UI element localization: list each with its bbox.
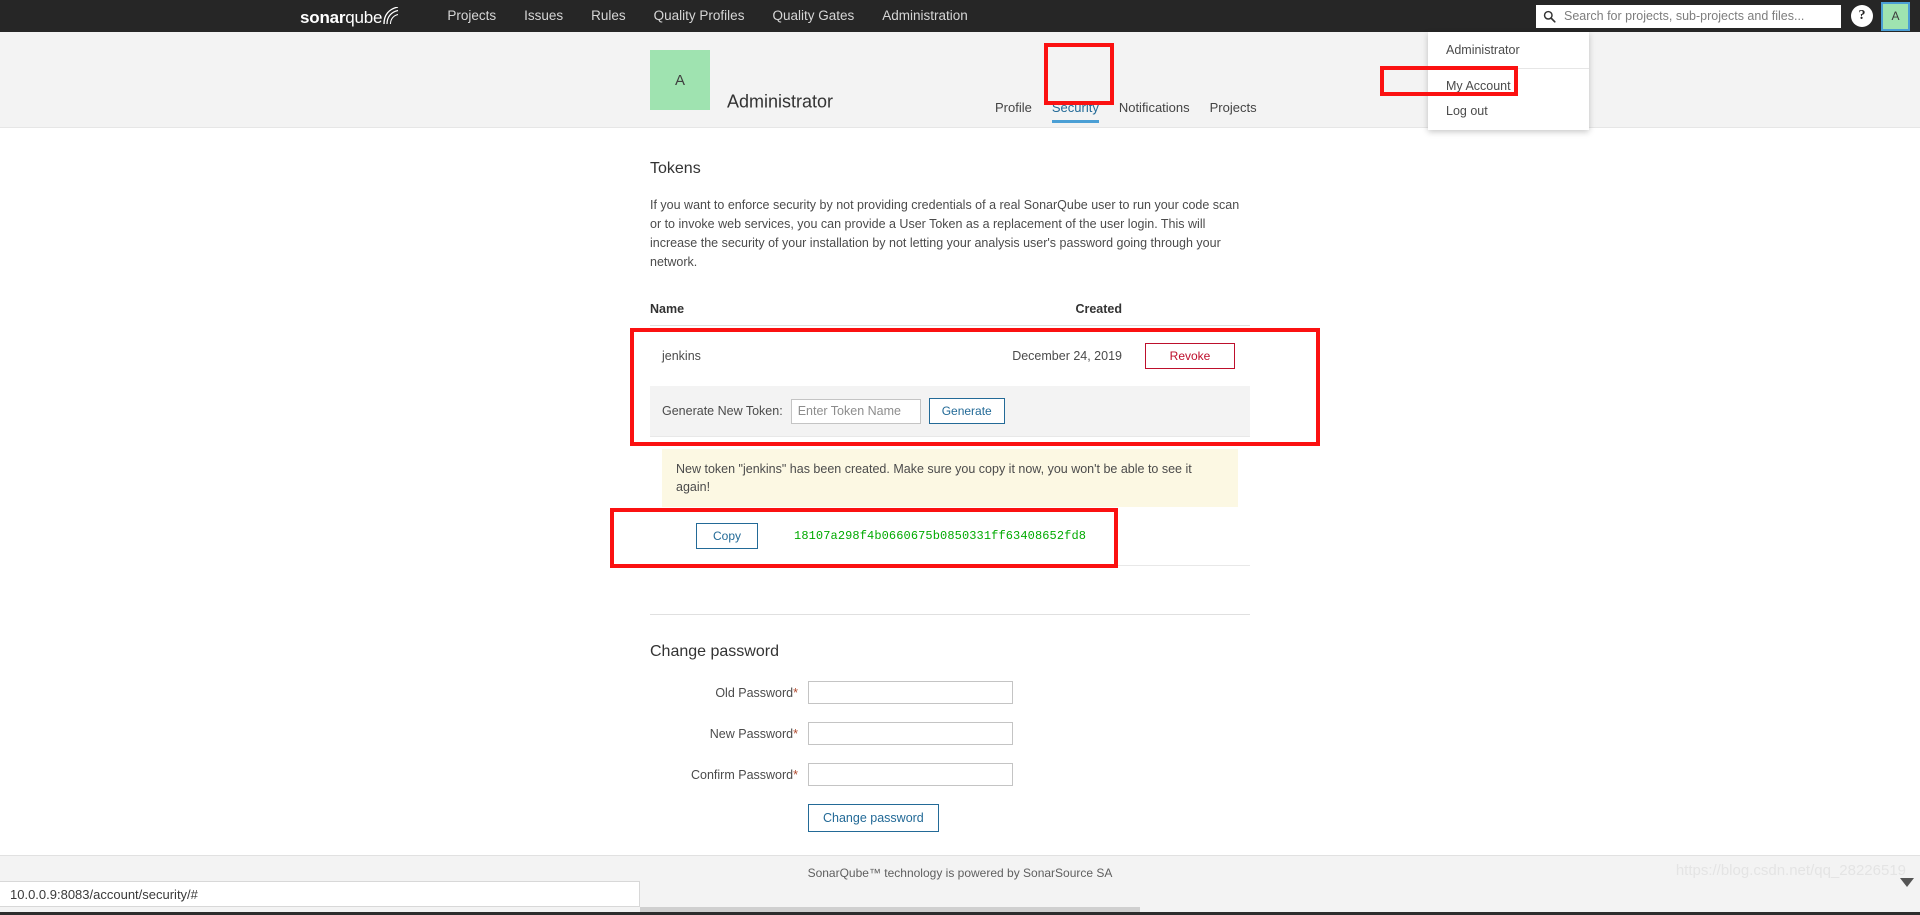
old-password-label: Old Password* xyxy=(650,686,808,700)
search-input[interactable] xyxy=(1562,8,1834,24)
logo-text-light: qube xyxy=(345,7,383,27)
generated-token-value: 18107a298f4b0660675b0850331ff63408652fd8 xyxy=(794,529,1087,543)
nav-link-quality-profiles[interactable]: Quality Profiles xyxy=(640,0,759,32)
navbar-right-cluster: ? A xyxy=(1536,0,1920,32)
account-name: Administrator xyxy=(727,91,834,112)
change-password-submit-row: Change password xyxy=(650,804,1250,832)
table-row: jenkins December 24, 2019 Revoke xyxy=(650,326,1250,387)
tokens-table: Name Created jenkins December 24, 2019 R… xyxy=(650,302,1250,436)
browser-status-bar: 10.0.0.9:8083/account/security/# xyxy=(0,881,640,907)
revoke-button[interactable]: Revoke xyxy=(1144,343,1236,369)
nav-link-quality-gates[interactable]: Quality Gates xyxy=(758,0,868,32)
token-name-cell: jenkins xyxy=(662,349,701,363)
dropdown-divider xyxy=(1428,68,1589,69)
nav-link-issues[interactable]: Issues xyxy=(510,0,577,32)
column-header-actions xyxy=(1130,302,1250,326)
new-token-panel: New token "jenkins" has been created. Ma… xyxy=(650,436,1250,566)
confirm-password-row: Confirm Password* xyxy=(650,763,1250,786)
tab-security[interactable]: Security xyxy=(1042,100,1109,123)
new-password-row: New Password* xyxy=(650,722,1250,745)
old-password-label-text: Old Password xyxy=(715,685,794,700)
copy-button[interactable]: Copy xyxy=(696,523,759,549)
generate-button[interactable]: Generate xyxy=(928,398,1005,424)
change-password-title: Change password xyxy=(650,643,779,660)
new-password-label: New Password* xyxy=(650,727,808,741)
nav-link-projects[interactable]: Projects xyxy=(433,0,510,32)
user-dropdown-menu: Administrator My Account Log out xyxy=(1428,32,1589,130)
sonarqube-swoosh-icon xyxy=(383,5,399,25)
security-page-content: Tokens If you want to enforce security b… xyxy=(650,160,1250,832)
token-created-cell: December 24, 2019 xyxy=(1012,349,1122,363)
section-divider xyxy=(650,614,1250,615)
global-search[interactable] xyxy=(1536,4,1841,28)
token-copy-row: Copy 18107a298f4b0660675b0850331ff634086… xyxy=(650,507,1250,565)
generate-token-cell: Generate New Token: Generate xyxy=(650,386,1250,436)
help-icon[interactable]: ? xyxy=(1851,5,1873,27)
tokens-table-header-row: Name Created xyxy=(650,302,1250,326)
generate-token-row: Generate New Token: Generate xyxy=(650,386,1250,436)
required-marker: * xyxy=(793,726,798,741)
tokens-description: If you want to enforce security by not p… xyxy=(650,198,1240,269)
dropdown-item-log-out[interactable]: Log out xyxy=(1428,99,1589,124)
new-password-input[interactable] xyxy=(808,722,1013,745)
column-header-created: Created xyxy=(794,302,1130,326)
dropdown-header-administrator: Administrator xyxy=(1446,43,1520,57)
confirm-password-label: Confirm Password* xyxy=(650,768,808,782)
tab-projects[interactable]: Projects xyxy=(1200,100,1267,123)
scroll-down-caret-icon xyxy=(1900,878,1914,887)
nav-link-rules[interactable]: Rules xyxy=(577,0,640,32)
old-password-input[interactable] xyxy=(808,681,1013,704)
panel-bottom-border xyxy=(650,565,1250,566)
tab-notifications[interactable]: Notifications xyxy=(1109,100,1200,123)
change-password-form: Old Password* New Password* Confirm Pass… xyxy=(650,681,1250,832)
required-marker: * xyxy=(793,767,798,782)
footer-credit: SonarQube™ technology is powered by Sona… xyxy=(807,866,1113,880)
new-token-alert: New token "jenkins" has been created. Ma… xyxy=(662,449,1238,507)
nav-link-administration[interactable]: Administration xyxy=(868,0,982,32)
watermark-text: https://blog.csdn.net/qq_28226519 xyxy=(1675,862,1906,879)
required-marker: * xyxy=(793,685,798,700)
token-name-input[interactable] xyxy=(790,398,921,424)
sonarqube-logo[interactable]: sonar qube xyxy=(300,5,399,28)
change-password-button[interactable]: Change password xyxy=(808,804,939,832)
app-root: sonar qube Projects Issues Rules Quality … xyxy=(0,0,1920,915)
generate-token-label: Generate New Token: xyxy=(662,404,783,418)
new-password-label-text: New Password xyxy=(709,726,794,741)
account-header: A Administrator Profile Security Notific… xyxy=(0,32,1920,128)
old-password-row: Old Password* xyxy=(650,681,1250,704)
status-bar-url: 10.0.0.9:8083/account/security/# xyxy=(10,886,198,902)
token-action-cell: Revoke xyxy=(1130,326,1250,387)
confirm-password-label-text: Confirm Password xyxy=(691,767,794,782)
account-avatar: A xyxy=(650,50,710,110)
confirm-password-input[interactable] xyxy=(808,763,1013,786)
tab-profile[interactable]: Profile xyxy=(985,100,1042,123)
global-navbar: sonar qube Projects Issues Rules Quality … xyxy=(0,0,1920,32)
navbar-links: Projects Issues Rules Quality Profiles Q… xyxy=(433,0,981,32)
tokens-title: Tokens xyxy=(650,160,701,177)
form-spacer xyxy=(650,804,808,832)
user-avatar-button[interactable]: A xyxy=(1881,1,1910,31)
logo-text-bold: sonar xyxy=(300,7,346,27)
dropdown-item-my-account[interactable]: My Account xyxy=(1428,74,1589,99)
column-header-name: Name xyxy=(650,302,795,326)
account-tabs: Profile Security Notifications Projects xyxy=(985,100,1267,123)
search-icon xyxy=(1543,10,1556,23)
